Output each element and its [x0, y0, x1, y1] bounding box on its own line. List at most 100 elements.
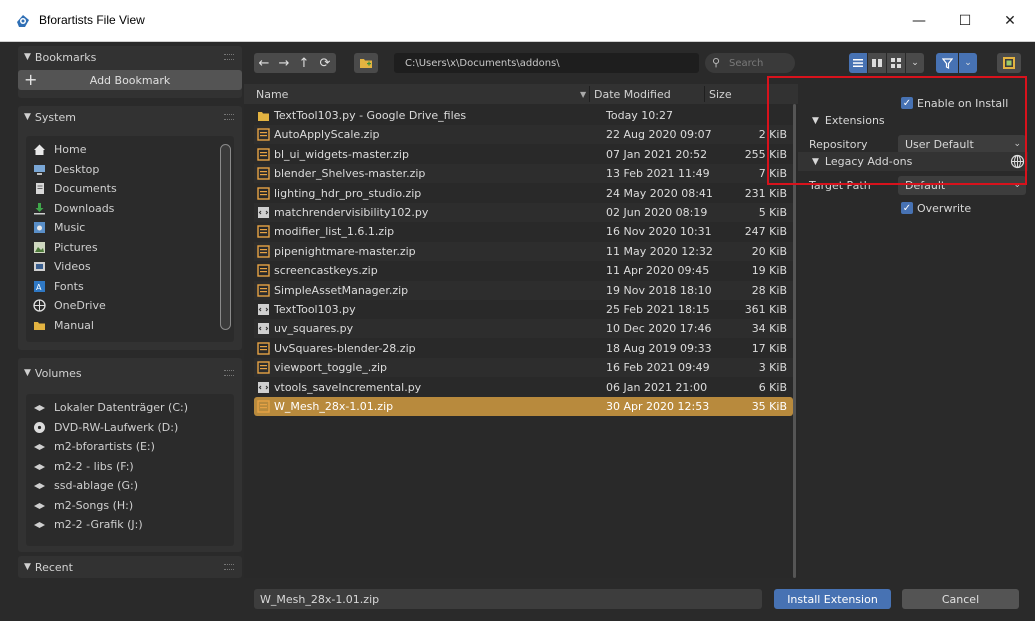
file-row[interactable]: SimpleAssetManager.zip 19 Nov 2018 18:10 2… — [254, 280, 793, 300]
refresh-button[interactable]: ⟳ — [314, 53, 336, 73]
sidebar-item-desktop[interactable]: Desktop — [26, 160, 234, 180]
sidebar-item-volume-h[interactable]: m2-Songs (H:) — [26, 496, 234, 516]
file-name: blender_Shelves-master.zip — [274, 167, 426, 181]
recent-header[interactable]: ▼ Recent — [18, 556, 242, 578]
zip-file-icon — [256, 341, 270, 355]
file-row[interactable]: blender_Shelves-master.zip 13 Feb 2021 11… — [254, 164, 793, 184]
file-row[interactable]: uv_squares.py 10 Dec 2020 17:46 34 KiB — [254, 319, 793, 339]
file-name: vtools_saveIncremental.py — [274, 380, 422, 394]
back-button[interactable]: ← — [254, 53, 274, 73]
close-button[interactable]: ✕ — [987, 6, 1033, 36]
file-row[interactable]: lighting_hdr_pro_studio.zip 24 May 2020 0… — [254, 184, 793, 203]
sidebar-item-fonts[interactable]: A Fonts — [26, 277, 234, 297]
sidebar-item-volume-d[interactable]: DVD-RW-Laufwerk (D:) — [26, 418, 234, 438]
overwrite-label: Overwrite — [917, 201, 972, 215]
file-row[interactable]: vtools_saveIncremental.py 06 Jan 2021 21:… — [254, 378, 793, 397]
sidebar-item-volume-e[interactable]: m2-bforartists (E:) — [26, 437, 234, 457]
drag-grip-icon[interactable] — [224, 370, 234, 376]
file-row[interactable]: AutoApplyScale.zip 22 Aug 2020 09:07 2 KiB — [254, 125, 793, 145]
file-row[interactable]: TextTool103.py - Google Drive_files Today… — [254, 106, 793, 125]
sort-arrow-icon[interactable]: ▼ — [580, 90, 586, 99]
display-vertical-list-button[interactable] — [849, 53, 867, 73]
file-name: W_Mesh_28x-1.01.zip — [274, 400, 394, 413]
new-folder-button[interactable] — [354, 53, 378, 73]
sidebar-item-downloads[interactable]: Downloads — [26, 199, 234, 219]
column-divider[interactable] — [704, 86, 705, 102]
downloads-icon — [32, 201, 46, 215]
file-name: AutoApplyScale.zip — [274, 128, 380, 142]
file-date: 19 Nov 2018 18:10 — [606, 283, 712, 297]
column-date-header[interactable]: Date Modified — [594, 88, 671, 101]
file-name: pipenightmare-master.zip — [274, 244, 416, 258]
drag-grip-icon[interactable] — [224, 114, 234, 120]
file-row[interactable]: screencastkeys.zip 11 Apr 2020 09:45 19 Ki… — [254, 261, 793, 280]
filter-toggle-button[interactable] — [936, 53, 958, 73]
system-header[interactable]: ▼ System — [18, 106, 242, 128]
sidebar-item-videos[interactable]: Videos — [26, 257, 234, 277]
sidebar-item-onedrive[interactable]: OneDrive — [26, 296, 234, 316]
minimize-button[interactable]: — — [896, 6, 942, 36]
file-row[interactable]: matchrendervisibility102.py 02 Jun 2020 0… — [254, 203, 793, 222]
zip-file-icon — [256, 186, 270, 200]
file-row[interactable]: viewport_toggle_.zip 16 Feb 2021 09:49 3 K… — [254, 358, 793, 378]
sidebar-item-label: Home — [54, 143, 87, 157]
display-thumbnails-button[interactable] — [887, 53, 905, 73]
sidebar-item-label: Desktop — [54, 162, 100, 176]
sidebar-item-label: Documents — [54, 182, 117, 196]
file-row[interactable]: W_Mesh_28x-1.01.zip 30 Apr 2020 12:53 35 K… — [254, 397, 793, 416]
file-date: 16 Nov 2020 10:31 — [606, 225, 712, 239]
expand-triangle-icon: ▼ — [24, 112, 31, 122]
column-divider[interactable] — [589, 86, 590, 102]
add-bookmark-button[interactable]: + Add Bookmark — [18, 70, 242, 90]
file-date: 18 Aug 2019 09:33 — [606, 341, 712, 355]
file-size: 5 KiB — [758, 206, 787, 219]
sidebar-item-volume-f[interactable]: m2-2 - libs (F:) — [26, 457, 234, 477]
file-name: SimpleAssetManager.zip — [274, 283, 409, 297]
file-row[interactable]: modifier_list_1.6.1.zip 16 Nov 2020 10:31… — [254, 222, 793, 241]
bottom-bar: W_Mesh_28x-1.01.zip Install Extension Ca… — [244, 578, 1035, 621]
cancel-button[interactable]: Cancel — [902, 589, 1019, 609]
file-date: 25 Feb 2021 18:15 — [606, 303, 710, 316]
install-extension-button[interactable]: Install Extension — [774, 589, 891, 609]
sidebar-item-volume-g[interactable]: ssd-ablage (G:) — [26, 476, 234, 496]
maximize-button[interactable]: ☐ — [942, 6, 988, 36]
file-row[interactable]: TextTool103.py 25 Feb 2021 18:15 361 KiB — [254, 300, 793, 319]
sidebar-item-pictures[interactable]: Pictures — [26, 238, 234, 258]
file-row[interactable]: bl_ui_widgets-master.zip 07 Jan 2021 20:5… — [254, 145, 793, 164]
drag-grip-icon[interactable] — [224, 564, 234, 570]
volumes-header[interactable]: ▼ Volumes — [18, 362, 242, 384]
sidebar-item-volume-j[interactable]: m2-2 -Grafik (J:) — [26, 515, 234, 535]
system-panel: ▼ System Home Desktop Documents Download… — [18, 106, 242, 350]
drag-grip-icon[interactable] — [224, 54, 234, 60]
system-header-label: System — [34, 110, 76, 124]
system-scrollbar[interactable] — [220, 144, 231, 330]
file-row[interactable]: pipenightmare-master.zip 11 May 2020 12:3… — [254, 241, 793, 261]
sidebar-item-volume-c[interactable]: Lokaler Datenträger (C:) — [26, 398, 234, 418]
column-size-header[interactable]: Size — [709, 88, 732, 101]
filter-options-dropdown[interactable]: ⌄ — [959, 53, 977, 73]
file-name: screencastkeys.zip — [274, 264, 378, 278]
sidebar-item-home[interactable]: Home — [26, 140, 234, 160]
sidebar-item-documents[interactable]: Documents — [26, 179, 234, 199]
search-input[interactable]: ⚲ Search — [705, 53, 795, 73]
file-name: UvSquares-blender-28.zip — [274, 341, 416, 355]
settings-toggle-button[interactable] — [997, 53, 1021, 73]
sidebar-item-manual[interactable]: Manual — [26, 316, 234, 336]
display-options-dropdown[interactable]: ⌄ — [906, 53, 924, 73]
bookmarks-header[interactable]: ▼ Bookmarks — [18, 46, 242, 68]
forward-button[interactable]: → — [274, 53, 294, 73]
display-horizontal-list-button[interactable] — [868, 53, 886, 73]
sidebar-item-label: Music — [54, 221, 86, 235]
overwrite-checkbox[interactable]: ✓ Overwrite — [901, 198, 1021, 218]
drive-icon — [32, 479, 46, 493]
filename-field[interactable]: W_Mesh_28x-1.01.zip — [254, 589, 762, 609]
file-size: 247 KiB — [744, 225, 787, 239]
sidebar-item-music[interactable]: Music — [26, 218, 234, 238]
volumes-list: Lokaler Datenträger (C:) DVD-RW-Laufwerk… — [26, 394, 234, 546]
python-file-icon — [256, 206, 270, 220]
column-name-header[interactable]: Name — [256, 88, 288, 101]
parent-directory-button[interactable]: ↑ — [294, 53, 314, 73]
file-name: matchrendervisibility102.py — [274, 206, 429, 219]
file-row[interactable]: UvSquares-blender-28.zip 18 Aug 2019 09:3… — [254, 339, 793, 358]
directory-path-field[interactable]: C:\Users\x\Documents\addons\ — [394, 53, 699, 73]
